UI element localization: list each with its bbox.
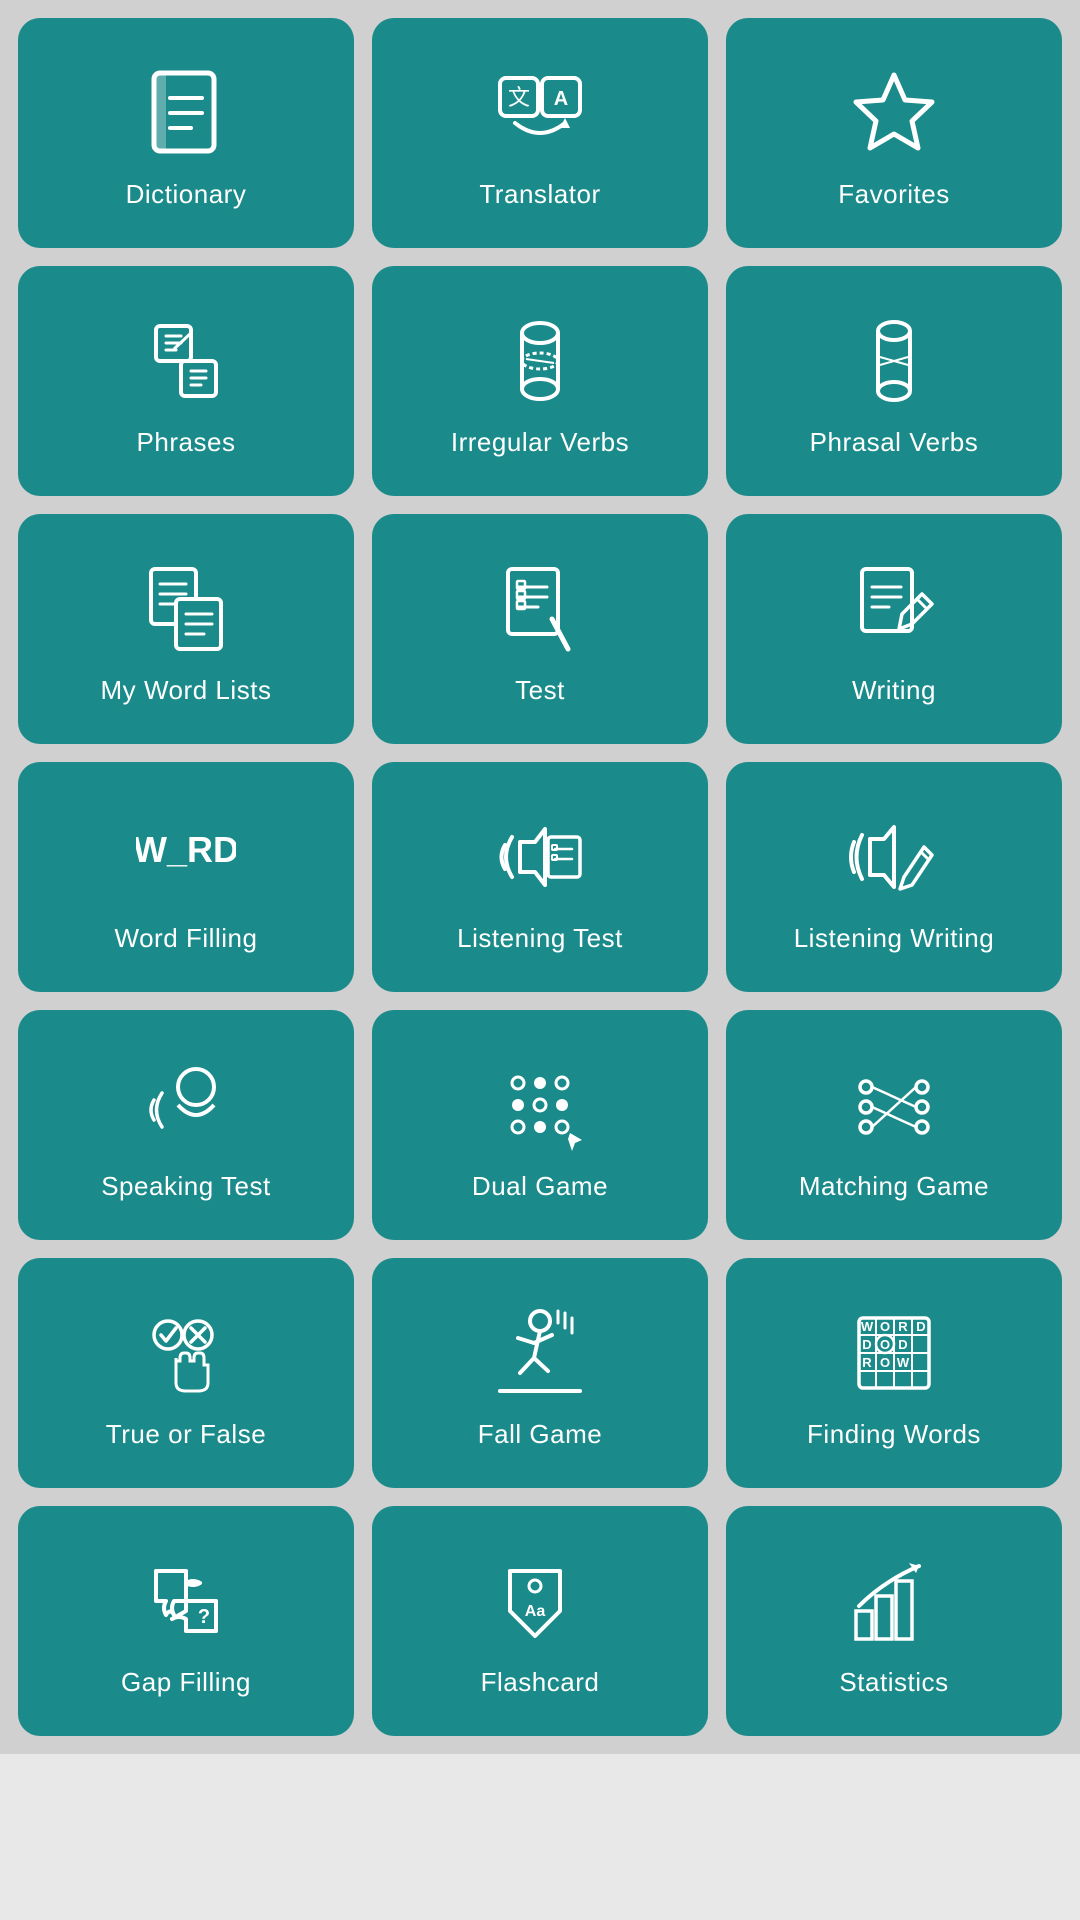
true-or-false-label: True or False — [106, 1419, 266, 1450]
dual-game-icon — [490, 1055, 590, 1155]
svg-text:R: R — [862, 1355, 872, 1370]
flashcard-label: Flashcard — [481, 1667, 600, 1698]
card-matching-game[interactable]: Matching Game — [726, 1010, 1062, 1240]
finding-words-icon: W O R D D O D R O W — [844, 1303, 944, 1403]
svg-text:D: D — [862, 1337, 871, 1352]
statistics-label: Statistics — [839, 1667, 948, 1698]
card-test[interactable]: Test — [372, 514, 708, 744]
true-or-false-icon — [136, 1303, 236, 1403]
card-phrases[interactable]: Phrases — [18, 266, 354, 496]
svg-text:D: D — [916, 1319, 925, 1334]
matching-game-icon — [844, 1055, 944, 1155]
phrasal-verbs-icon — [844, 311, 944, 411]
card-writing[interactable]: Writing — [726, 514, 1062, 744]
irregular-verbs-icon — [490, 311, 590, 411]
flashcard-icon: Aa — [490, 1551, 590, 1651]
listening-test-icon — [490, 807, 590, 907]
gap-filling-icon: ? — [136, 1551, 236, 1651]
phrases-icon — [136, 311, 236, 411]
writing-icon — [844, 559, 944, 659]
favorites-label: Favorites — [838, 179, 950, 210]
svg-text:O: O — [880, 1337, 890, 1352]
card-word-filling[interactable]: W_RD Word Filling — [18, 762, 354, 992]
writing-label: Writing — [852, 675, 936, 706]
card-fall-game[interactable]: Fall Game — [372, 1258, 708, 1488]
card-statistics[interactable]: Statistics — [726, 1506, 1062, 1736]
translator-label: Translator — [479, 179, 600, 210]
phrases-label: Phrases — [136, 427, 235, 458]
card-listening-writing[interactable]: Listening Writing — [726, 762, 1062, 992]
svg-text:D: D — [898, 1337, 907, 1352]
card-finding-words[interactable]: W O R D D O D R O W Finding Words — [726, 1258, 1062, 1488]
listening-writing-label: Listening Writing — [794, 923, 995, 954]
dual-game-label: Dual Game — [472, 1171, 608, 1202]
card-my-word-lists[interactable]: My Word Lists — [18, 514, 354, 744]
test-icon — [490, 559, 590, 659]
card-flashcard[interactable]: Aa Flashcard — [372, 1506, 708, 1736]
word-filling-icon: W_RD — [136, 807, 236, 907]
svg-text:文: 文 — [508, 85, 530, 110]
test-label: Test — [515, 675, 565, 706]
translator-icon: 文 A — [490, 63, 590, 163]
card-listening-test[interactable]: Listening Test — [372, 762, 708, 992]
svg-text:W: W — [897, 1355, 910, 1370]
svg-text:W_RD: W_RD — [136, 829, 236, 870]
main-grid: Dictionary 文 A Translator Favorites — [0, 0, 1080, 1754]
card-dual-game[interactable]: Dual Game — [372, 1010, 708, 1240]
word-filling-label: Word Filling — [114, 923, 257, 954]
card-irregular-verbs[interactable]: Irregular Verbs — [372, 266, 708, 496]
favorites-icon — [844, 63, 944, 163]
svg-text:Aa: Aa — [525, 1603, 546, 1620]
svg-text:O: O — [880, 1355, 890, 1370]
card-true-or-false[interactable]: True or False — [18, 1258, 354, 1488]
listening-writing-icon — [844, 807, 944, 907]
fall-game-icon — [490, 1303, 590, 1403]
phrasal-verbs-label: Phrasal Verbs — [810, 427, 979, 458]
my-word-lists-label: My Word Lists — [101, 675, 272, 706]
speaking-test-label: Speaking Test — [101, 1171, 271, 1202]
card-dictionary[interactable]: Dictionary — [18, 18, 354, 248]
gap-filling-label: Gap Filling — [121, 1667, 251, 1698]
card-phrasal-verbs[interactable]: Phrasal Verbs — [726, 266, 1062, 496]
dictionary-label: Dictionary — [126, 179, 247, 210]
card-translator[interactable]: 文 A Translator — [372, 18, 708, 248]
my-word-lists-icon — [136, 559, 236, 659]
card-gap-filling[interactable]: ? Gap Filling — [18, 1506, 354, 1736]
fall-game-label: Fall Game — [478, 1419, 603, 1450]
svg-text:W: W — [861, 1319, 874, 1334]
irregular-verbs-label: Irregular Verbs — [451, 427, 629, 458]
speaking-test-icon — [136, 1055, 236, 1155]
dictionary-icon — [136, 63, 236, 163]
card-speaking-test[interactable]: Speaking Test — [18, 1010, 354, 1240]
statistics-icon — [844, 1551, 944, 1651]
listening-test-label: Listening Test — [457, 923, 623, 954]
svg-text:O: O — [880, 1319, 890, 1334]
card-favorites[interactable]: Favorites — [726, 18, 1062, 248]
finding-words-label: Finding Words — [807, 1419, 981, 1450]
svg-text:?: ? — [198, 1606, 210, 1628]
svg-text:A: A — [554, 88, 568, 110]
matching-game-label: Matching Game — [799, 1171, 989, 1202]
svg-text:R: R — [898, 1319, 908, 1334]
